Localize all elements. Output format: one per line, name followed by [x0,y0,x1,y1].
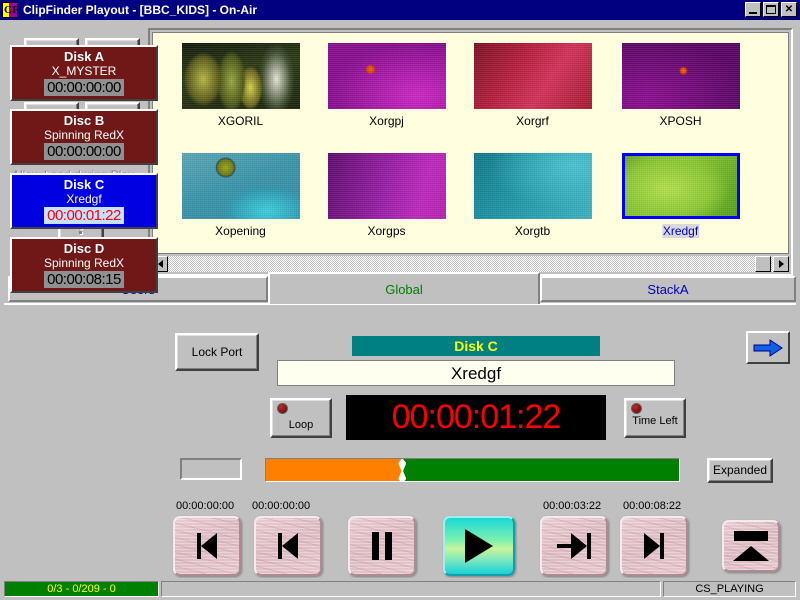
disk-clip: Spinning RedX [12,256,156,270]
disk-clip: X_MYSTER [12,64,156,78]
client-area: Allow Load during Play ? XGORILXorgpjXor… [0,20,800,600]
loop-led-icon [277,403,288,414]
clip-thumbnail[interactable] [328,43,446,109]
window-title: ClipFinder Playout - [BBC_KIDS] - On-Air [23,3,257,17]
timecode-mark-1: 00:00:00:00 [176,500,234,512]
disk-clip: Spinning RedX [12,128,156,142]
title-bar: CF ClipFinder Playout - [BBC_KIDS] - On-… [0,0,800,20]
minimize-button[interactable] [745,2,761,17]
thumbnail-noise [182,153,300,219]
active-clip-name: Xredgf [277,360,675,386]
progress-side-box[interactable] [180,458,242,480]
thumbnail-noise [474,153,592,219]
clip-thumbnail[interactable] [328,153,446,219]
clip-item[interactable]: Xorgtb [471,153,594,238]
clip-item[interactable]: Xredgf [619,153,742,238]
play-icon[interactable] [443,516,515,576]
disk-timecode: 00:00:01:22 [44,207,124,224]
maximize-button[interactable] [763,2,779,17]
clip-thumbnail[interactable] [622,43,740,109]
time-left-label: Time Left [626,415,684,427]
status-bar: 0/3 - 0/209 - 0 CS_PLAYING [0,578,800,600]
clip-item[interactable]: Xopening [179,153,302,238]
skip-to-start-icon[interactable] [173,516,241,576]
active-disk-header: Disk C [352,336,600,356]
scrollbar-thumb[interactable] [755,256,771,272]
window-controls: ✕ [745,2,797,17]
expanded-button[interactable]: Expanded [707,458,773,483]
status-counters: 0/3 - 0/209 - 0 [4,581,159,597]
disk-panel-b[interactable]: Disc B Spinning RedX 00:00:00:00 [10,109,158,165]
disk-name: Disk A [12,49,156,64]
jump-to-out-icon[interactable] [540,516,608,576]
close-button[interactable]: ✕ [781,2,797,17]
time-left-button[interactable]: Time Left [624,398,686,438]
clip-label: XGORIL [179,114,302,128]
next-frame-icon[interactable] [620,516,688,576]
tab-global[interactable]: Global [268,272,540,304]
loop-button[interactable]: Loop [270,398,332,438]
disk-timecode: 00:00:08:15 [44,271,124,288]
timecode-mark-3: 00:00:03:22 [543,500,601,512]
clip-browser: XGORIL Xorgpj Xorgrf XPOSH Xopening Xorgps Xor… [148,28,793,276]
thumbnail-noise [328,43,446,109]
status-state: CS_PLAYING [663,581,796,597]
main-timecode-display: 00:00:01:22 [346,395,606,440]
clip-item[interactable]: Xorgrf [471,43,594,128]
pause-icon[interactable] [348,516,416,576]
tab-stacka[interactable]: StackA [540,276,796,302]
disk-clip: Xredgf [12,192,156,206]
clip-label: Xorgpj [325,114,448,128]
progress-bar[interactable] [265,458,680,482]
timecode-mark-2: 00:00:00:00 [252,500,310,512]
progress-bar-orange-fill [266,459,402,481]
disk-name: Disk C [12,177,156,192]
application-window: CF ClipFinder Playout - [BBC_KIDS] - On-… [0,0,800,600]
clip-thumbnail[interactable] [622,153,740,219]
horizontal-scrollbar[interactable] [152,256,789,272]
status-message [161,581,661,597]
clip-thumbnail[interactable] [474,43,592,109]
thumbnail-noise [182,43,300,109]
thumbnail-noise [625,156,737,216]
disk-panel-d[interactable]: Disc D Spinning RedX 00:00:08:15 [10,237,158,293]
clip-browser-canvas[interactable]: XGORIL Xorgpj Xorgrf XPOSH Xopening Xorgps Xor… [152,32,789,254]
clip-label: Xorgps [325,224,448,238]
clip-label: Xredgf [662,224,699,238]
loop-label: Loop [272,419,330,431]
clip-label: Xorgrf [471,114,594,128]
eject-icon[interactable] [722,520,780,572]
clip-label: Xorgtb [471,224,594,238]
disk-timecode: 00:00:00:00 [44,143,124,160]
timecode-mark-4: 00:00:08:22 [623,500,681,512]
clipfinder-icon-text: CF [4,3,18,17]
thumbnail-noise [328,153,446,219]
disk-name: Disc D [12,241,156,256]
clip-thumbnail[interactable] [182,43,300,109]
disk-name: Disc B [12,113,156,128]
clip-thumbnail[interactable] [474,153,592,219]
clip-thumbnail-grid: XGORIL Xorgpj Xorgrf XPOSH Xopening Xorgps Xor… [153,33,788,253]
clip-thumbnail[interactable] [182,153,300,219]
previous-frame-icon[interactable] [254,516,322,576]
clip-label: Xopening [179,224,302,238]
disk-panel-c[interactable]: Disk C Xredgf 00:00:01:22 [10,173,158,229]
clip-label: XPOSH [619,114,742,128]
clip-item[interactable]: Xorgpj [325,43,448,128]
clip-item[interactable]: Xorgps [325,153,448,238]
thumbnail-noise [474,43,592,109]
disk-panel-a[interactable]: Disk A X_MYSTER 00:00:00:00 [10,45,158,101]
lock-port-button[interactable]: Lock Port [175,333,259,371]
clip-item[interactable]: XPOSH [619,43,742,128]
thumbnail-noise [622,43,740,109]
clip-item[interactable]: XGORIL [179,43,302,128]
blue-right-arrow-icon[interactable] [746,331,790,364]
scroll-right-arrow-icon[interactable] [773,256,789,272]
disk-list: Disk A X_MYSTER 00:00:00:00 Disc B Spinn… [10,45,158,301]
clipfinder-icon: CF [2,2,18,18]
disk-timecode: 00:00:00:00 [44,79,124,96]
time-left-led-icon [631,403,642,414]
